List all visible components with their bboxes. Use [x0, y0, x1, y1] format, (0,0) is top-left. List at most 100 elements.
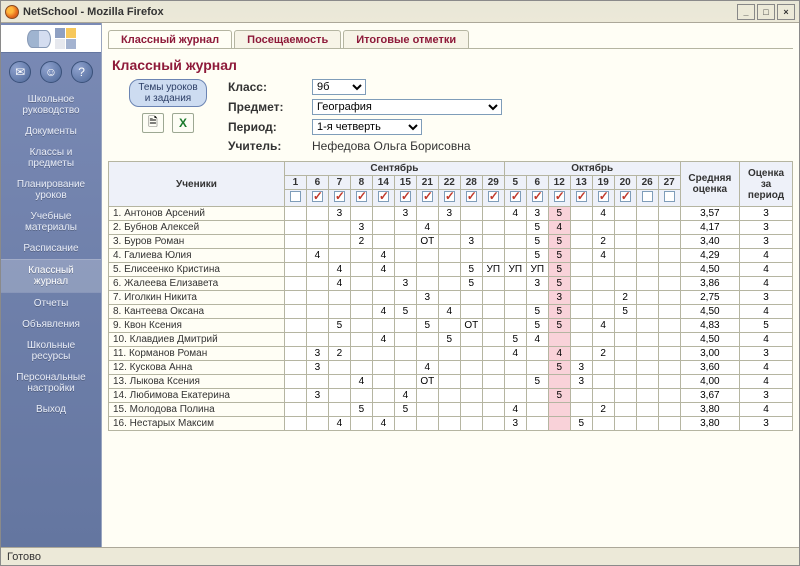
grade-cell[interactable]	[504, 221, 526, 235]
grade-cell[interactable]: 4	[372, 333, 394, 347]
grade-cell[interactable]	[504, 235, 526, 249]
grade-cell[interactable]	[482, 249, 504, 263]
tab-1[interactable]: Посещаемость	[234, 30, 341, 49]
grade-cell[interactable]	[394, 221, 416, 235]
grade-cell[interactable]	[614, 417, 636, 431]
grade-cell[interactable]: 4	[306, 249, 328, 263]
grade-cell[interactable]	[284, 235, 306, 249]
grade-cell[interactable]	[328, 291, 350, 305]
grade-cell[interactable]	[328, 221, 350, 235]
day-checkbox[interactable]	[438, 190, 460, 207]
grade-cell[interactable]	[614, 249, 636, 263]
users-icon[interactable]: ☺	[40, 61, 62, 83]
grade-cell[interactable]: 4	[592, 319, 614, 333]
grade-cell[interactable]	[592, 277, 614, 291]
student-name[interactable]: 7. Иголкин Никита	[109, 291, 285, 305]
student-name[interactable]: 4. Галиева Юлия	[109, 249, 285, 263]
grade-cell[interactable]	[394, 319, 416, 333]
grade-cell[interactable]	[658, 375, 680, 389]
grade-cell[interactable]	[460, 305, 482, 319]
grade-cell[interactable]: 3	[350, 221, 372, 235]
day-header[interactable]: 12	[548, 176, 570, 190]
grade-cell[interactable]	[570, 333, 592, 347]
grade-cell[interactable]	[636, 221, 658, 235]
day-header[interactable]: 22	[438, 176, 460, 190]
grade-cell[interactable]	[372, 319, 394, 333]
student-name[interactable]: 8. Кантеева Оксана	[109, 305, 285, 319]
grade-cell[interactable]	[614, 389, 636, 403]
grade-cell[interactable]	[504, 249, 526, 263]
period-select[interactable]: 1-я четверть	[312, 119, 422, 135]
grade-cell[interactable]	[350, 333, 372, 347]
grade-cell[interactable]	[592, 375, 614, 389]
grade-cell[interactable]	[614, 263, 636, 277]
grade-cell[interactable]	[592, 221, 614, 235]
grade-cell[interactable]	[614, 347, 636, 361]
grade-cell[interactable]	[350, 291, 372, 305]
day-header[interactable]: 6	[306, 176, 328, 190]
grade-cell[interactable]: 4	[372, 305, 394, 319]
student-name[interactable]: 14. Любимова Екатерина	[109, 389, 285, 403]
grade-cell[interactable]	[284, 361, 306, 375]
grade-cell[interactable]	[460, 403, 482, 417]
grade-cell[interactable]: ОТ	[460, 319, 482, 333]
grade-cell[interactable]	[526, 403, 548, 417]
grade-cell[interactable]	[636, 361, 658, 375]
day-checkbox[interactable]	[460, 190, 482, 207]
grade-cell[interactable]	[394, 417, 416, 431]
grade-cell[interactable]: 3	[504, 417, 526, 431]
sidebar-item-10[interactable]: Персональныенастройки	[1, 367, 101, 399]
grade-cell[interactable]: 3	[526, 277, 548, 291]
grade-cell[interactable]	[284, 417, 306, 431]
grade-cell[interactable]	[548, 375, 570, 389]
grade-cell[interactable]	[284, 305, 306, 319]
subject-select[interactable]: География	[312, 99, 502, 115]
day-checkbox[interactable]	[306, 190, 328, 207]
grade-cell[interactable]	[614, 375, 636, 389]
grade-cell[interactable]	[592, 389, 614, 403]
grade-cell[interactable]: 3	[394, 207, 416, 221]
day-checkbox[interactable]	[328, 190, 350, 207]
grade-cell[interactable]	[306, 305, 328, 319]
grade-cell[interactable]	[350, 389, 372, 403]
close-button[interactable]: ×	[777, 4, 795, 20]
grade-cell[interactable]: 5	[548, 235, 570, 249]
grade-cell[interactable]: 5	[438, 333, 460, 347]
day-checkbox[interactable]	[482, 190, 504, 207]
lesson-themes-button[interactable]: Темы урокови задания	[129, 79, 206, 107]
grade-cell[interactable]	[284, 249, 306, 263]
day-header[interactable]: 13	[570, 176, 592, 190]
grade-cell[interactable]	[306, 319, 328, 333]
grade-cell[interactable]	[284, 221, 306, 235]
day-checkbox[interactable]	[526, 190, 548, 207]
day-header[interactable]: 26	[636, 176, 658, 190]
grade-cell[interactable]	[372, 277, 394, 291]
grade-cell[interactable]	[328, 403, 350, 417]
grade-cell[interactable]: 3	[306, 389, 328, 403]
grade-cell[interactable]	[570, 403, 592, 417]
grade-cell[interactable]	[394, 375, 416, 389]
maximize-button[interactable]: □	[757, 4, 775, 20]
day-checkbox[interactable]	[636, 190, 658, 207]
grade-cell[interactable]	[636, 249, 658, 263]
grade-cell[interactable]	[614, 235, 636, 249]
grade-cell[interactable]	[504, 361, 526, 375]
grade-cell[interactable]	[460, 361, 482, 375]
day-checkbox[interactable]	[592, 190, 614, 207]
grade-cell[interactable]	[438, 361, 460, 375]
grade-cell[interactable]	[504, 389, 526, 403]
grade-cell[interactable]	[636, 319, 658, 333]
student-name[interactable]: 11. Корманов Роман	[109, 347, 285, 361]
sidebar-item-0[interactable]: Школьноеруководство	[1, 89, 101, 121]
grade-cell[interactable]	[350, 347, 372, 361]
grade-cell[interactable]: 3	[548, 291, 570, 305]
grade-cell[interactable]	[350, 361, 372, 375]
grade-cell[interactable]	[438, 277, 460, 291]
grade-cell[interactable]: 2	[592, 235, 614, 249]
grade-cell[interactable]	[658, 319, 680, 333]
day-checkbox[interactable]	[350, 190, 372, 207]
grade-cell[interactable]	[614, 403, 636, 417]
sidebar-item-7[interactable]: Отчеты	[1, 292, 101, 314]
grade-cell[interactable]	[372, 389, 394, 403]
sidebar-item-6[interactable]: Классныйжурнал	[1, 259, 101, 292]
